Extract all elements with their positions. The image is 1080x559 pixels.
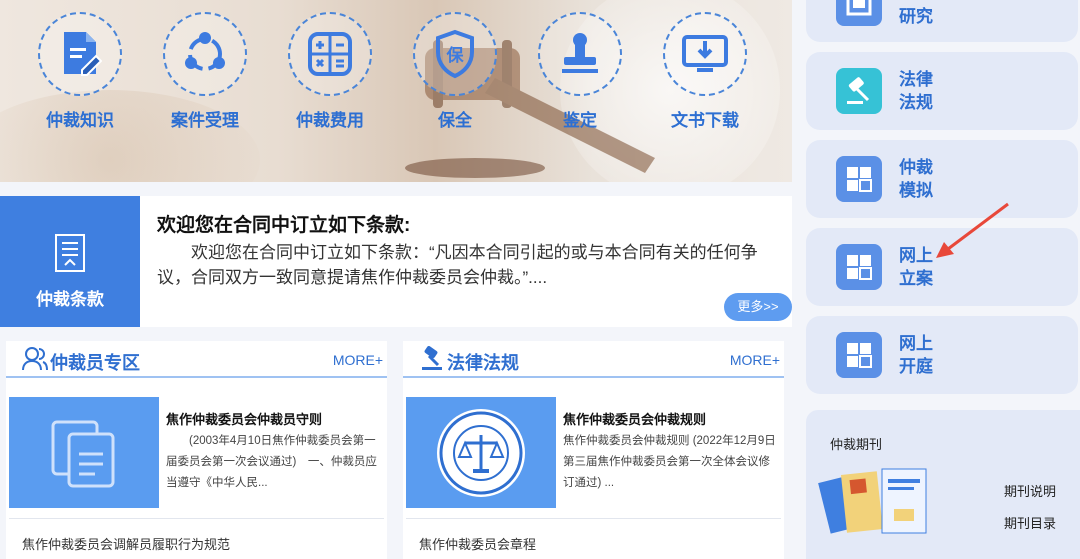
dashed-circle	[288, 12, 372, 96]
grid-icon	[836, 244, 882, 290]
annotation-arrow	[936, 202, 1009, 258]
service-arbitration-fees[interactable]: 仲裁费用	[285, 12, 375, 131]
article-title[interactable]: 焦作仲裁委员会仲裁员守则	[166, 409, 322, 428]
network-nodes-icon	[185, 32, 225, 71]
svg-text:保: 保	[446, 45, 465, 66]
divider	[406, 518, 781, 519]
service-label: 仲裁费用	[296, 111, 364, 130]
journal-covers-image[interactable]	[818, 465, 948, 545]
sidebar-item-online-hearing[interactable]: 网上开庭	[806, 316, 1078, 394]
article-thumbnail[interactable]	[406, 397, 556, 508]
shield-protect-icon: 保	[436, 29, 474, 79]
clause-body: 欢迎您在合同中订立如下条款：“凡因本合同引起的或与本合同有关的任何争议，合同双方…	[157, 243, 758, 287]
service-arbitration-knowledge[interactable]: 仲裁知识	[35, 12, 125, 131]
arbitration-clause-section: 仲裁条款 欢迎您在合同中订立如下条款: 欢迎您在合同中订立如下条款：“凡因本合同…	[0, 196, 792, 327]
article-thumbnail[interactable]	[9, 397, 159, 508]
laws-regulations-panel: 法律法规 MORE+ 焦作仲裁委员会仲裁规则 焦作仲裁委员会仲裁规则 (2022…	[403, 341, 784, 559]
users-icon	[22, 347, 48, 371]
gavel-icon	[422, 346, 442, 370]
stamp-icon	[562, 33, 598, 73]
more-link[interactable]: MORE+	[333, 352, 383, 368]
grid-icon	[836, 156, 882, 202]
arbitration-seal-logo	[437, 408, 525, 497]
service-preservation[interactable]: 保 保全	[410, 12, 500, 131]
dashed-circle: 保	[413, 12, 497, 96]
article-excerpt: 焦作仲裁委员会仲裁规则 (2022年12月9日第三届焦作仲裁委员会第一次全体会议…	[563, 435, 776, 489]
service-label: 保全	[438, 111, 472, 130]
arbitration-clause-badge[interactable]: 仲裁条款	[0, 196, 140, 327]
panel-title: 仲裁员专区	[50, 353, 140, 373]
document-grid-icon	[836, 0, 882, 26]
document-scale-icon	[55, 234, 85, 272]
dashed-circle	[163, 12, 247, 96]
panel-header: 仲裁员专区 MORE+	[6, 341, 387, 378]
hero-banner: 仲裁知识 案件受理 仲裁费用 保 保全 鉴定 文书下载	[0, 0, 792, 182]
document-edit-icon	[64, 32, 102, 76]
dashed-circle	[38, 12, 122, 96]
dashed-circle	[663, 12, 747, 96]
calculator-icon	[308, 32, 352, 76]
sidebar-item-laws[interactable]: 法律法规	[806, 52, 1078, 130]
arbitrator-zone-panel: 仲裁员专区 MORE+ 焦作仲裁委员会仲裁员守则 (2003年4月10日焦作仲裁…	[6, 341, 387, 559]
more-button[interactable]: 更多>>	[724, 293, 792, 321]
gavel-icon	[836, 68, 882, 114]
copy-document-icon	[51, 420, 115, 487]
article-title[interactable]: 焦作仲裁委员会仲裁规则	[563, 409, 706, 428]
article-link[interactable]: 焦作仲裁委员会章程	[419, 534, 536, 553]
service-appraisal[interactable]: 鉴定	[535, 12, 625, 131]
panel-title: 法律法规	[447, 353, 519, 373]
article-excerpt: (2003年4月10日焦作仲裁委员会第一届委员会第一次会议通过) 一、仲裁员应当…	[166, 435, 377, 489]
service-label: 案件受理	[171, 111, 239, 130]
service-label: 文书下载	[671, 111, 739, 130]
grid-icon	[836, 332, 882, 378]
download-monitor-icon	[682, 35, 728, 72]
clause-title: 欢迎您在合同中订立如下条款:	[157, 215, 411, 236]
sidebar-item-label: 法律法规	[899, 70, 933, 112]
sidebar-item-label: 网上开庭	[899, 334, 933, 376]
sidebar-item-special-research[interactable]: 研究	[806, 0, 1078, 42]
journal-link[interactable]: 期刊说明	[1004, 481, 1056, 500]
badge-label: 仲裁条款	[36, 290, 104, 309]
journal-section: 仲裁期刊 期刊说明 期刊目录	[806, 410, 1080, 559]
journal-link[interactable]: 期刊目录	[1004, 513, 1056, 532]
service-label: 鉴定	[563, 111, 597, 130]
article-link[interactable]: 焦作仲裁委员会调解员履职行为规范	[22, 534, 230, 553]
sidebar-item-label: 研究	[899, 7, 933, 26]
service-label: 仲裁知识	[46, 111, 114, 130]
panel-header: 法律法规 MORE+	[403, 341, 784, 378]
dashed-circle	[538, 12, 622, 96]
journal-title: 仲裁期刊	[830, 437, 883, 452]
divider	[9, 518, 384, 519]
sidebar-item-label: 仲裁模拟	[899, 158, 933, 200]
service-case-acceptance[interactable]: 案件受理	[160, 12, 250, 131]
service-document-download[interactable]: 文书下载	[660, 12, 750, 131]
more-link[interactable]: MORE+	[730, 352, 780, 368]
